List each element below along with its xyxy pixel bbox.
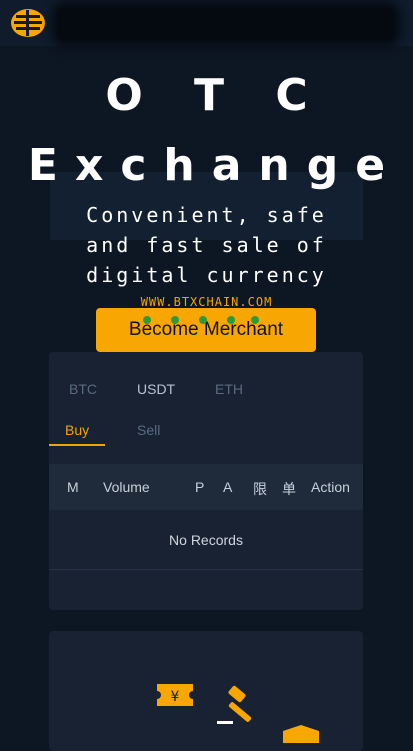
- tab-sell[interactable]: Sell: [137, 422, 160, 438]
- site-url: WWW.BTXCHAIN.COM: [140, 295, 273, 309]
- shield-icon: [283, 725, 319, 743]
- column-merchant: M: [67, 479, 79, 495]
- column-amount: A: [223, 479, 233, 495]
- hero-subtitle-line: digital currency: [86, 263, 327, 287]
- become-merchant-button[interactable]: Become Merchant: [96, 308, 316, 352]
- top-bar: [0, 0, 413, 46]
- carousel-dot[interactable]: [199, 316, 207, 324]
- svg-text:¥: ¥: [171, 689, 180, 705]
- carousel-dot[interactable]: [227, 316, 235, 324]
- carousel-dots: [143, 316, 273, 326]
- divider: [49, 569, 363, 570]
- carousel-dot[interactable]: [251, 316, 259, 324]
- hero-subtitle-line: and fast sale of: [86, 233, 327, 257]
- column-limit: 限: [253, 481, 267, 497]
- logo-icon[interactable]: [10, 8, 46, 38]
- hero-title-line1: O T C: [105, 70, 326, 121]
- blurred-header-content: [58, 8, 394, 40]
- gavel-icon: [217, 685, 252, 724]
- market-card: BTC USDT ETH Buy Sell M Volume P A 限 单 A…: [49, 352, 363, 610]
- column-action: Action: [311, 479, 350, 495]
- empty-state: No Records: [169, 532, 243, 548]
- hero-subtitle-line: Convenient, safe: [86, 203, 327, 227]
- carousel-dot[interactable]: [171, 316, 179, 324]
- hero-subtitle: Convenient, safe and fast sale of digita…: [30, 200, 383, 290]
- features-card: ¥: [49, 631, 363, 751]
- tab-btc[interactable]: BTC: [69, 381, 97, 397]
- active-tab-indicator: [49, 444, 105, 446]
- table-header: M Volume P A 限 单 Action: [49, 464, 363, 510]
- tab-buy[interactable]: Buy: [65, 422, 89, 438]
- hero-title-line2: Exchange: [27, 140, 403, 191]
- yuan-ticket-icon: ¥: [157, 684, 193, 706]
- column-unit: 单: [282, 481, 296, 497]
- column-volume: Volume: [103, 479, 150, 495]
- column-price: P: [195, 479, 205, 495]
- tab-usdt[interactable]: USDT: [137, 381, 175, 397]
- carousel-dot[interactable]: [143, 316, 151, 324]
- tab-eth[interactable]: ETH: [215, 381, 243, 397]
